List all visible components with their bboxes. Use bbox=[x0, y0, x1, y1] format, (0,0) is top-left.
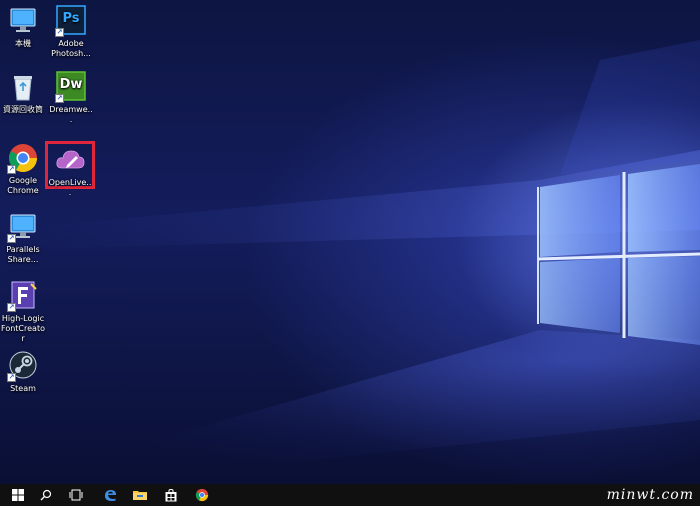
task-view-icon bbox=[69, 489, 83, 501]
desktop-wallpaper bbox=[0, 0, 700, 484]
steam-shortcut[interactable]: ↗ Steam bbox=[1, 350, 45, 394]
store-icon bbox=[165, 488, 177, 501]
chrome-label: Google Chrome bbox=[7, 176, 39, 195]
start-button[interactable] bbox=[4, 484, 32, 506]
watermark: minwt.com bbox=[606, 487, 694, 503]
recycle-bin-shortcut[interactable]: 資源回收筒 bbox=[1, 71, 45, 115]
start-icon bbox=[12, 489, 24, 501]
chrome-taskbar-button[interactable] bbox=[188, 484, 216, 506]
fontcreator-icon: ↗ bbox=[7, 280, 39, 312]
shortcut-arrow-icon: ↗ bbox=[7, 303, 16, 312]
photoshop-label: Adobe Photosh... bbox=[51, 39, 91, 58]
shortcut-arrow-icon: ↗ bbox=[7, 165, 16, 174]
dreamweaver-icon: Dw ↗ bbox=[55, 71, 87, 103]
this-pc-label: 本機 bbox=[15, 39, 31, 48]
openlive-shortcut[interactable]: OpenLive... bbox=[48, 144, 92, 198]
chrome-icon: ↗ bbox=[7, 142, 39, 174]
fontcreator-label: High-Logic FontCreator bbox=[1, 314, 45, 343]
recycle-bin-label: 資源回收筒 bbox=[3, 105, 43, 114]
dreamweaver-label: Dreamwe... bbox=[49, 105, 93, 124]
photoshop-icon: Ps ↗ bbox=[55, 5, 87, 37]
parallels-share-shortcut[interactable]: ↗ Parallels Share... bbox=[1, 211, 45, 265]
shortcut-arrow-icon: ↗ bbox=[7, 234, 16, 243]
task-view-button[interactable] bbox=[62, 484, 90, 506]
chrome-shortcut[interactable]: ↗ Google Chrome bbox=[1, 142, 45, 196]
monitor-icon bbox=[7, 5, 39, 37]
steam-icon: ↗ bbox=[7, 350, 39, 382]
file-explorer-button[interactable] bbox=[126, 484, 154, 506]
fontcreator-shortcut[interactable]: ↗ High-Logic FontCreator bbox=[1, 280, 45, 344]
dreamweaver-shortcut[interactable]: Dw ↗ Dreamwe... bbox=[49, 71, 93, 125]
photoshop-shortcut[interactable]: Ps ↗ Adobe Photosh... bbox=[49, 5, 93, 59]
recycle-bin-icon bbox=[7, 71, 39, 103]
parallels-label: Parallels Share... bbox=[6, 245, 40, 264]
taskbar: minwt.com bbox=[0, 484, 700, 506]
edge-button[interactable] bbox=[96, 484, 124, 506]
shortcut-arrow-icon: ↗ bbox=[55, 28, 64, 37]
cloud-pen-icon bbox=[54, 144, 86, 176]
steam-label: Steam bbox=[10, 384, 36, 393]
store-button[interactable] bbox=[157, 484, 185, 506]
this-pc-shortcut[interactable]: 本機 bbox=[1, 5, 45, 49]
photoshop-badge: Ps bbox=[62, 11, 80, 26]
shortcut-arrow-icon: ↗ bbox=[55, 94, 64, 103]
chrome-icon bbox=[195, 488, 209, 502]
search-button[interactable] bbox=[32, 484, 60, 506]
monitor-icon: ↗ bbox=[7, 211, 39, 243]
shortcut-arrow-icon: ↗ bbox=[7, 373, 16, 382]
dreamweaver-badge: Dw bbox=[59, 77, 83, 92]
edge-icon bbox=[105, 490, 116, 501]
openlive-label: OpenLive... bbox=[48, 178, 92, 197]
search-icon bbox=[40, 489, 52, 501]
file-explorer-icon bbox=[133, 491, 147, 500]
